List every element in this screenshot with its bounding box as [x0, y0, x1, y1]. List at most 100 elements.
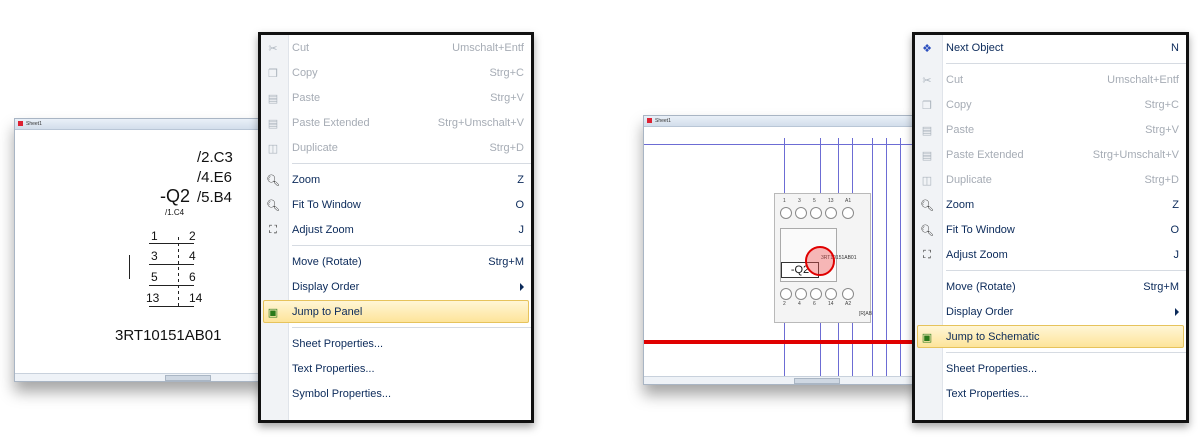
terminal-screw: [795, 207, 807, 219]
app-icon: [18, 121, 23, 126]
contact-3-b: 6: [189, 270, 196, 284]
terminal-label: A1: [845, 198, 852, 204]
horizontal-scrollbar[interactable]: [15, 373, 265, 381]
menu-item-move-rotate[interactable]: Move (Rotate) Strg+M: [261, 249, 531, 274]
duplicate-icon: ◫: [921, 174, 933, 187]
menu-item-zoom[interactable]: 🔍︎ Zoom Z: [261, 167, 531, 192]
terminal-screw: [780, 207, 792, 219]
terminal-label: 6: [813, 301, 816, 307]
menu-item-paste-extended[interactable]: ▤ Paste Extended Strg+Umschalt+V: [915, 142, 1186, 167]
fit-to-window-icon: 🔍︎: [920, 224, 934, 237]
contact-2-b: 4: [189, 249, 196, 263]
location-reference: /1.C4: [165, 208, 185, 217]
menu-separator: [946, 270, 1186, 271]
zoom-icon: 🔍︎: [266, 174, 280, 187]
menu-item-next-object[interactable]: ❖ Next Object N: [915, 35, 1186, 60]
menu-separator: [946, 63, 1186, 64]
contact-symbol[interactable]: 1 2 3 4 5 6 13 14: [123, 227, 223, 312]
cross-ref-3: /5.B4: [197, 189, 233, 206]
contact-1-line: [149, 243, 194, 244]
menu-item-sheet-properties[interactable]: Sheet Properties...: [915, 356, 1186, 381]
adjust-zoom-icon: ⛶: [269, 223, 277, 236]
menu-item-adjust-zoom[interactable]: ⛶ Adjust Zoom J: [261, 217, 531, 242]
menu-item-copy[interactable]: ❐ Copy Strg+C: [915, 92, 1186, 117]
schematic-window: Sheet1 /2.C3 /4.E6 /5.B4 -Q2 /1.C4 1 2 3…: [14, 118, 266, 382]
terminal-screw: [825, 207, 837, 219]
scissors-icon: ✂: [922, 74, 932, 87]
menu-item-sheet-properties[interactable]: Sheet Properties...: [261, 331, 531, 356]
submenu-arrow-icon: [520, 283, 524, 291]
menu-item-duplicate[interactable]: ◫ Duplicate Strg+D: [261, 135, 531, 160]
terminal-label: 1: [783, 198, 786, 204]
panel-grid-line: [644, 144, 919, 145]
schematic-window-titlebar[interactable]: Sheet1: [15, 119, 265, 130]
paste-icon: ▤: [921, 124, 933, 137]
contact-link: [178, 237, 179, 307]
device-designation[interactable]: -Q2: [160, 186, 190, 207]
panel-window-title: Sheet1: [655, 118, 671, 124]
device-bottom-label: [R]AB: [859, 311, 873, 317]
menu-item-move-rotate[interactable]: Move (Rotate) Strg+M: [915, 274, 1186, 299]
part-number: 3RT10151AB01: [115, 327, 222, 344]
scrollbar-thumb[interactable]: [165, 375, 211, 381]
menu-item-paste[interactable]: ▤ Paste Strg+V: [915, 117, 1186, 142]
menu-item-jump-to-panel[interactable]: ▣ Jump to Panel: [261, 299, 531, 324]
terminal-screw: [810, 207, 822, 219]
menu-item-fit-to-window[interactable]: 🔍︎ Fit To Window O: [261, 192, 531, 217]
contact-3-line: [149, 285, 194, 286]
menu-separator: [292, 245, 531, 246]
menu-item-symbol-properties[interactable]: Symbol Properties...: [261, 381, 531, 406]
scissors-icon: ✂: [268, 42, 278, 55]
menu-separator: [292, 163, 531, 164]
cross-ref-1: /2.C3: [197, 149, 233, 166]
jump-to-schematic-icon: ▣: [921, 331, 933, 344]
contact-1-a: 1: [151, 229, 158, 243]
actuator-line: [129, 255, 130, 279]
terminal-label: 3: [798, 198, 801, 204]
horizontal-scrollbar[interactable]: [644, 376, 919, 384]
menu-item-paste[interactable]: ▤ Paste Strg+V: [261, 85, 531, 110]
menu-item-zoom[interactable]: 🔍︎ Zoom Z: [915, 192, 1186, 217]
panel-window-titlebar[interactable]: Sheet1: [644, 116, 919, 127]
scrollbar-thumb[interactable]: [794, 378, 840, 384]
contact-1-b: 2: [189, 229, 196, 243]
paste-extended-icon: ▤: [921, 149, 933, 162]
terminal-screw: [795, 288, 807, 300]
menu-item-text-properties[interactable]: Text Properties...: [915, 381, 1186, 406]
menu-item-duplicate[interactable]: ◫ Duplicate Strg+D: [915, 167, 1186, 192]
contact-2-a: 3: [151, 249, 158, 263]
fit-to-window-icon: 🔍︎: [266, 199, 280, 212]
adjust-zoom-icon: ⛶: [923, 248, 931, 261]
terminal-screw: [810, 288, 822, 300]
contact-2-line: [149, 264, 194, 265]
submenu-arrow-icon: [1175, 308, 1179, 316]
contactor-device[interactable]: 1 3 5 13 A1 3RT10151AB01 -Q2 2 4 6 14 A2…: [774, 193, 873, 323]
menu-item-jump-to-schematic[interactable]: ▣ Jump to Schematic: [915, 324, 1186, 349]
jump-to-panel-icon: ▣: [267, 306, 279, 319]
app-icon: [647, 118, 652, 123]
duplicate-icon: ◫: [267, 142, 279, 155]
context-menu-schematic: ✂ Cut Umschalt+Entf ❐ Copy Strg+C ▤ Past…: [258, 32, 534, 423]
wire-red[interactable]: [644, 340, 919, 344]
menu-item-adjust-zoom[interactable]: ⛶ Adjust Zoom J: [915, 242, 1186, 267]
menu-item-copy[interactable]: ❐ Copy Strg+C: [261, 60, 531, 85]
menu-item-display-order[interactable]: Display Order: [261, 274, 531, 299]
menu-item-cut[interactable]: ✂ Cut Umschalt+Entf: [261, 35, 531, 60]
contact-4-line: [149, 306, 194, 307]
contact-4-b: 14: [189, 291, 203, 305]
terminal-screw: [842, 207, 854, 219]
contact-3-a: 5: [151, 270, 158, 284]
context-menu-panel: ❖ Next Object N ✂ Cut Umschalt+Entf ❐ Co…: [912, 32, 1189, 423]
terminal-label: 4: [798, 301, 801, 307]
menu-item-cut[interactable]: ✂ Cut Umschalt+Entf: [915, 67, 1186, 92]
menu-item-text-properties[interactable]: Text Properties...: [261, 356, 531, 381]
schematic-window-title: Sheet1: [26, 121, 42, 127]
menu-item-paste-extended[interactable]: ▤ Paste Extended Strg+Umschalt+V: [261, 110, 531, 135]
contact-4-a: 13: [146, 291, 160, 305]
selection-marker: [805, 246, 835, 276]
menu-item-display-order[interactable]: Display Order: [915, 299, 1186, 324]
paste-extended-icon: ▤: [267, 117, 279, 130]
terminal-screw: [825, 288, 837, 300]
menu-item-fit-to-window[interactable]: 🔍︎ Fit To Window O: [915, 217, 1186, 242]
panel-window: Sheet1 1 3 5 13 A1 3RT10151AB01 -Q2 2 4 …: [643, 115, 920, 385]
